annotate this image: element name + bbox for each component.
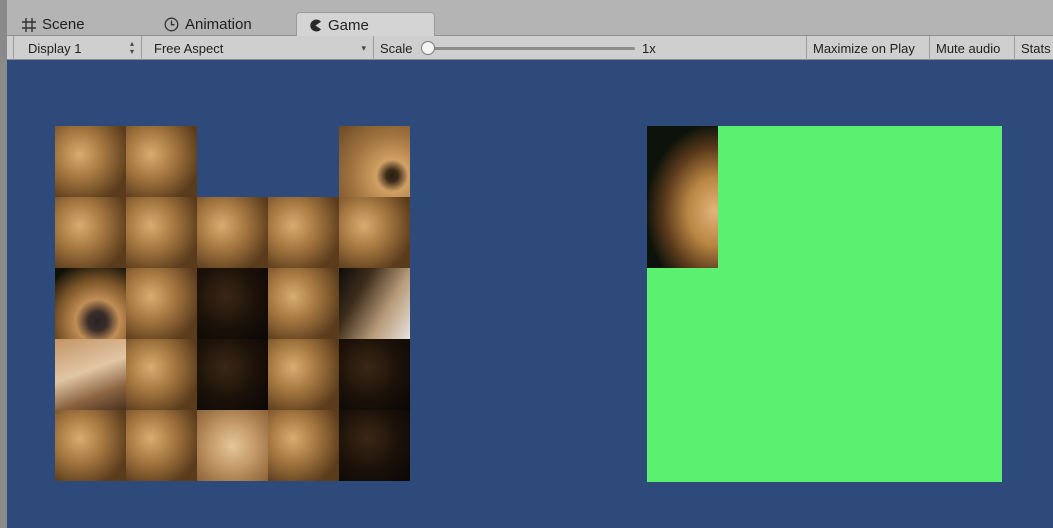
grid-icon bbox=[22, 17, 36, 32]
puzzle-tile[interactable] bbox=[339, 268, 410, 339]
scale-label: Scale bbox=[380, 41, 413, 56]
aspect-value: Free Aspect bbox=[154, 40, 224, 56]
display-dropdown[interactable]: Display 1 ▴ ▾ bbox=[13, 36, 142, 60]
puzzle-tile[interactable] bbox=[339, 126, 410, 197]
empty-slot bbox=[268, 126, 339, 197]
puzzle-tile[interactable] bbox=[55, 197, 126, 268]
puzzle-tile[interactable] bbox=[339, 410, 410, 481]
puzzle-tile[interactable] bbox=[268, 339, 339, 410]
tab-game-label: Game bbox=[328, 16, 369, 34]
maximize-on-play-button[interactable]: Maximize on Play bbox=[806, 36, 929, 60]
puzzle-tile[interactable] bbox=[268, 197, 339, 268]
puzzle-tile[interactable] bbox=[268, 268, 339, 339]
puzzle-tile[interactable] bbox=[197, 339, 268, 410]
scale-slider-handle[interactable] bbox=[421, 41, 435, 55]
game-viewport[interactable] bbox=[7, 60, 1053, 528]
puzzle-tile[interactable] bbox=[268, 410, 339, 481]
puzzle-tile[interactable] bbox=[126, 126, 197, 197]
puzzle-tile[interactable] bbox=[55, 268, 126, 339]
tab-animation-label: Animation bbox=[185, 16, 252, 33]
aspect-dropdown[interactable]: Free Aspect ▾ bbox=[142, 36, 374, 60]
tab-scene[interactable]: Scene bbox=[22, 13, 85, 36]
pacman-icon bbox=[309, 19, 322, 32]
tab-game[interactable]: Game bbox=[296, 12, 435, 37]
scale-value: 1x bbox=[642, 41, 656, 56]
puzzle-tile[interactable] bbox=[126, 410, 197, 481]
puzzle-tile[interactable] bbox=[55, 339, 126, 410]
puzzle-tile[interactable] bbox=[197, 268, 268, 339]
chevron-down-icon: ▾ bbox=[361, 43, 366, 53]
tab-animation[interactable]: Animation bbox=[164, 13, 252, 36]
tab-bar: Scene Animation Game bbox=[0, 0, 1053, 528]
stats-button[interactable]: Stats bbox=[1014, 36, 1053, 60]
puzzle-tile[interactable] bbox=[197, 410, 268, 481]
puzzle-tile[interactable] bbox=[339, 197, 410, 268]
empty-slot bbox=[197, 126, 268, 197]
puzzle-tile[interactable] bbox=[55, 410, 126, 481]
puzzle-tile[interactable] bbox=[197, 197, 268, 268]
game-toolbar: Display 1 ▴ ▾ Free Aspect ▾ Scale 1x Maxi… bbox=[7, 36, 1053, 60]
puzzle-tile[interactable] bbox=[55, 126, 126, 197]
puzzle-tile[interactable] bbox=[339, 339, 410, 410]
placed-puzzle-piece[interactable] bbox=[647, 126, 718, 268]
unity-editor: Scene Animation Game Display 1 ▴ ▾ Free A… bbox=[0, 0, 1053, 528]
tab-scene-label: Scene bbox=[42, 16, 85, 33]
scale-slider-track[interactable] bbox=[425, 47, 635, 50]
puzzle-tile[interactable] bbox=[126, 268, 197, 339]
window-edge bbox=[0, 0, 7, 528]
clock-icon bbox=[164, 17, 179, 32]
display-value: Display 1 bbox=[28, 40, 82, 56]
puzzle-board bbox=[55, 126, 410, 482]
puzzle-tile[interactable] bbox=[126, 339, 197, 410]
puzzle-tile[interactable] bbox=[126, 197, 197, 268]
updown-arrow-icon: ▴ ▾ bbox=[129, 39, 134, 56]
mute-audio-button[interactable]: Mute audio bbox=[929, 36, 1014, 60]
